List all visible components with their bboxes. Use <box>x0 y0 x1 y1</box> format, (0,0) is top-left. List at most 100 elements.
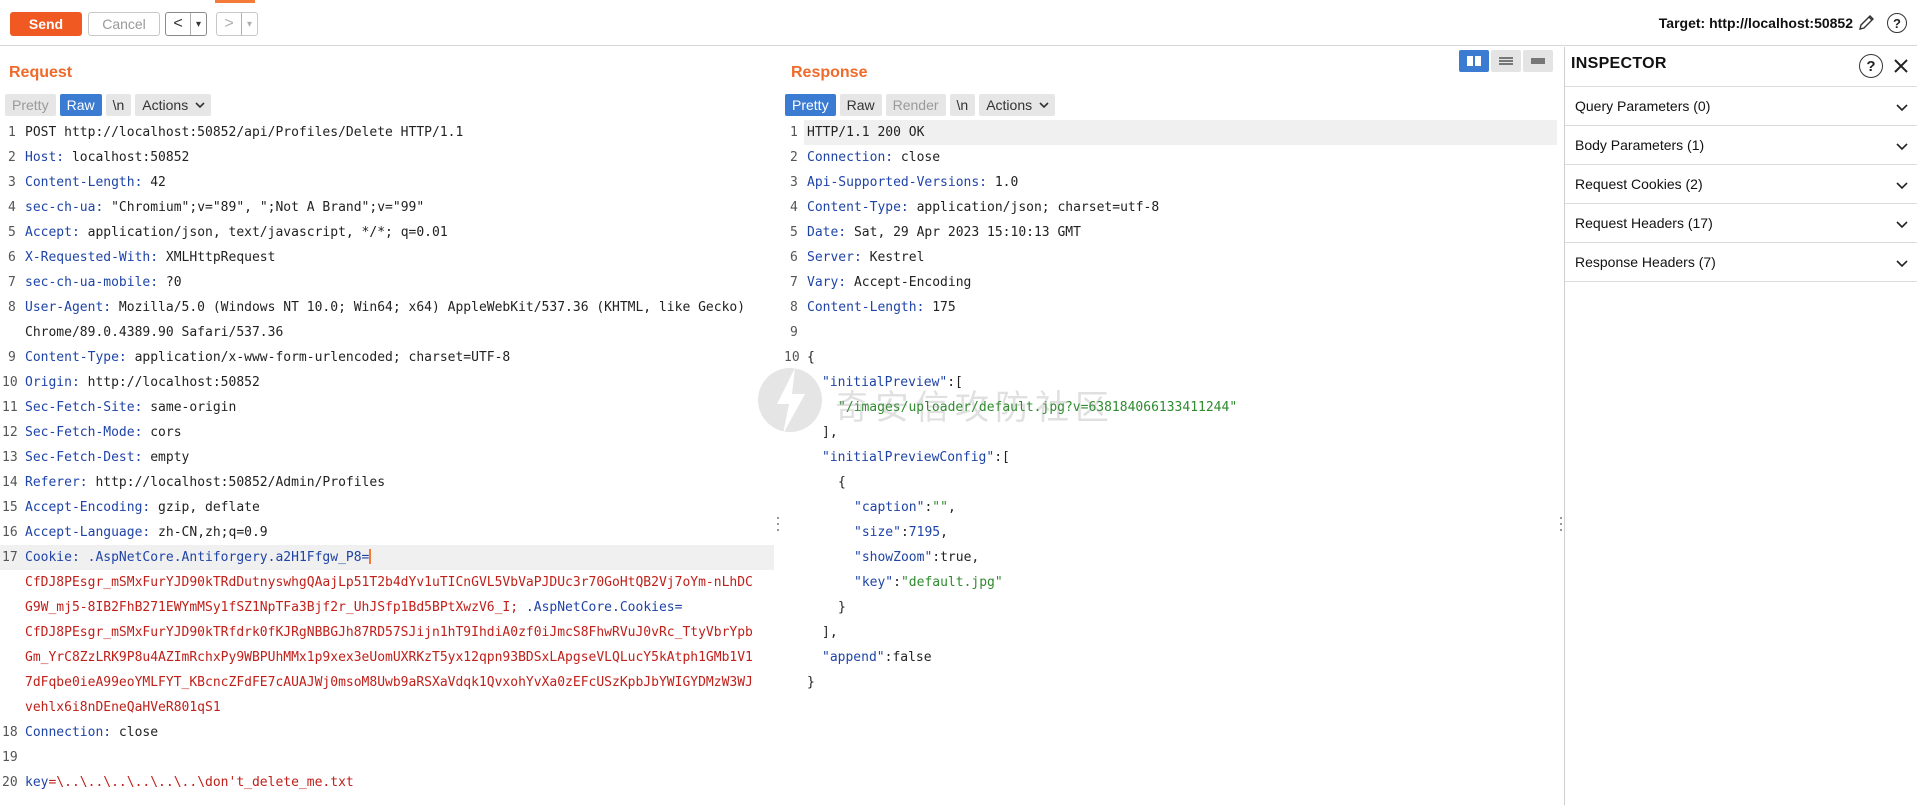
tab-pretty[interactable]: Pretty <box>785 94 836 116</box>
forward-dropdown-icon[interactable]: ▾ <box>241 13 257 35</box>
cookie-value: vehlx6i8nDEneQaHVeR801qS1 <box>25 700 221 715</box>
header-name: Content-Length: <box>807 300 925 315</box>
splitter-handle-icon[interactable] <box>776 517 780 531</box>
header-value: http://localhost:50852/Admin/Profiles <box>87 475 386 490</box>
cookie-name: .AspNetCore.Cookies= <box>518 600 683 615</box>
inspector-item-request-headers[interactable]: Request Headers (17) <box>1565 204 1917 243</box>
line-number: 7 <box>8 275 16 290</box>
header-name: Accept: <box>25 225 80 240</box>
inspector-item-label: Request Headers (17) <box>1575 215 1713 231</box>
line-number: 4 <box>790 200 798 215</box>
json-line: "showZoom":true, <box>854 550 980 565</box>
inspector-item-body-parameters[interactable]: Body Parameters (1) <box>1565 126 1917 165</box>
line-number: 10 <box>784 350 800 365</box>
json-boolean: false <box>892 650 932 665</box>
inspector-item-query-parameters[interactable]: Query Parameters (0) <box>1565 87 1917 126</box>
json-number: 7195 <box>908 525 941 540</box>
header-name: Connection: <box>807 150 894 165</box>
text-cursor <box>369 549 371 564</box>
inspector-item-request-cookies[interactable]: Request Cookies (2) <box>1565 165 1917 204</box>
header-name: sec-ch-ua-mobile: <box>25 275 159 290</box>
request-line: Sec-Fetch-Site: same-origin <box>25 395 768 420</box>
json-key: "size" <box>854 525 901 540</box>
tab-newline[interactable]: \n <box>949 94 976 116</box>
request-line: Origin: http://localhost:50852 <box>25 370 768 395</box>
header-name: Connection: <box>25 725 112 740</box>
json-string: "/images/uploader/default.jpg?v=63818406… <box>838 400 1238 415</box>
json-line: "caption":"", <box>854 500 956 515</box>
inspector-panel: INSPECTOR ? Query Parameters (0) Body Pa… <box>1564 47 1917 805</box>
json-key: "caption" <box>854 500 925 515</box>
request-editor[interactable]: 1 2 3 4 5 6 7 8 9 10 11 12 13 14 15 16 1… <box>0 120 780 805</box>
chevron-down-icon <box>1896 182 1908 190</box>
pencil-icon[interactable] <box>1857 12 1877 32</box>
json-line: "size":7195, <box>854 525 948 540</box>
layout-split-vertical-icon[interactable] <box>1491 50 1521 72</box>
request-line: X-Requested-With: XMLHttpRequest <box>25 245 768 270</box>
line-number: 9 <box>790 325 798 340</box>
json-punct: ], <box>822 625 838 640</box>
header-name: Content-Length: <box>25 175 143 190</box>
status-line: HTTP/1.1 200 OK <box>807 125 925 140</box>
json-key: "initialPreview" <box>822 375 948 390</box>
json-punct: ], <box>822 425 838 440</box>
header-value: XMLHttpRequest <box>158 250 276 265</box>
header-value: Sat, 29 Apr 2023 15:10:13 GMT <box>846 225 1081 240</box>
response-header: Server: Kestrel <box>807 245 1551 270</box>
response-panel: Response Pretty Raw Render \n Actions 1 … <box>782 47 1563 805</box>
forward-navigation[interactable]: > ▾ <box>216 12 258 36</box>
target-label: Target: http://localhost:50852 <box>1658 15 1853 31</box>
header-value: Accept-Encoding <box>846 275 972 290</box>
request-line: Sec-Fetch-Dest: empty <box>25 445 768 470</box>
line-number: 17 <box>2 550 18 565</box>
tab-newline[interactable]: \n <box>105 94 132 116</box>
header-value: close <box>111 725 159 740</box>
header-name: Date: <box>807 225 847 240</box>
request-line: Sec-Fetch-Mode: cors <box>25 420 768 445</box>
splitter-handle-icon[interactable] <box>1559 517 1563 531</box>
back-navigation[interactable]: < ▾ <box>165 12 207 36</box>
response-header: Content-Type: application/json; charset=… <box>807 195 1551 220</box>
help-icon[interactable]: ? <box>1887 13 1907 33</box>
inspector-item-label: Query Parameters (0) <box>1575 98 1711 114</box>
help-icon[interactable]: ? <box>1859 54 1883 78</box>
tab-raw[interactable]: Raw <box>59 94 102 116</box>
layout-split-horizontal-icon[interactable] <box>1459 50 1489 72</box>
header-name: Content-Type: <box>25 350 127 365</box>
request-line-wrap: G9W_mj5-8IB2FhB271EWYmMSy1fSZ1NpTFa3Bjf2… <box>25 595 768 620</box>
json-punct: :[ <box>994 450 1010 465</box>
request-line: Accept: application/json, text/javascrip… <box>25 220 768 245</box>
top-toolbar: Send Cancel < ▾ > ▾ Target: http://local… <box>0 0 1917 46</box>
inspector-item-response-headers[interactable]: Response Headers (7) <box>1565 243 1917 282</box>
layout-tabs-icon[interactable] <box>1523 50 1553 72</box>
inspector-title: INSPECTOR <box>1571 55 1667 72</box>
forward-arrow-icon[interactable]: > <box>217 13 241 35</box>
header-value: application/x-www-form-urlencoded; chars… <box>126 350 511 365</box>
tab-pretty[interactable]: Pretty <box>5 94 56 116</box>
json-line: "initialPreviewConfig":[ <box>822 445 1551 470</box>
cancel-button[interactable]: Cancel <box>88 12 160 36</box>
json-line: "initialPreview":[ <box>822 370 1551 395</box>
response-header: Date: Sat, 29 Apr 2023 15:10:13 GMT <box>807 220 1551 245</box>
request-tabs: Pretty Raw \n Actions <box>5 94 212 116</box>
back-dropdown-icon[interactable]: ▾ <box>190 13 206 35</box>
header-name: Origin: <box>25 375 80 390</box>
header-name: Host: <box>25 150 65 165</box>
header-name: Sec-Fetch-Mode: <box>25 425 143 440</box>
request-title: Request <box>9 64 73 81</box>
actions-dropdown[interactable]: Actions <box>135 94 212 116</box>
line-number: 6 <box>8 250 16 265</box>
header-name: Referer: <box>25 475 88 490</box>
send-button[interactable]: Send <box>10 12 82 36</box>
back-arrow-icon[interactable]: < <box>166 13 190 35</box>
chevron-down-icon <box>195 102 205 109</box>
close-icon[interactable] <box>1891 56 1911 76</box>
actions-dropdown[interactable]: Actions <box>979 94 1056 116</box>
line-number: 2 <box>8 150 16 165</box>
tab-raw[interactable]: Raw <box>839 94 882 116</box>
tab-render[interactable]: Render <box>885 94 946 116</box>
response-editor[interactable]: 1 2 3 4 5 6 7 8 9 10 HTTP/1.1 200 OK Con… <box>782 120 1563 805</box>
request-line: Cookie: .AspNetCore.Antiforgery.a2H1Ffgw… <box>25 545 768 570</box>
request-line: Host: localhost:50852 <box>25 145 768 170</box>
response-header: Content-Length: 175 <box>807 295 1551 320</box>
